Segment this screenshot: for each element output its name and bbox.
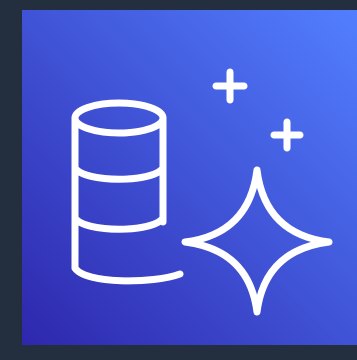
- database-sparkle-icon: [22, 10, 357, 345]
- page-background: [0, 0, 357, 360]
- app-icon-tile: [22, 10, 357, 345]
